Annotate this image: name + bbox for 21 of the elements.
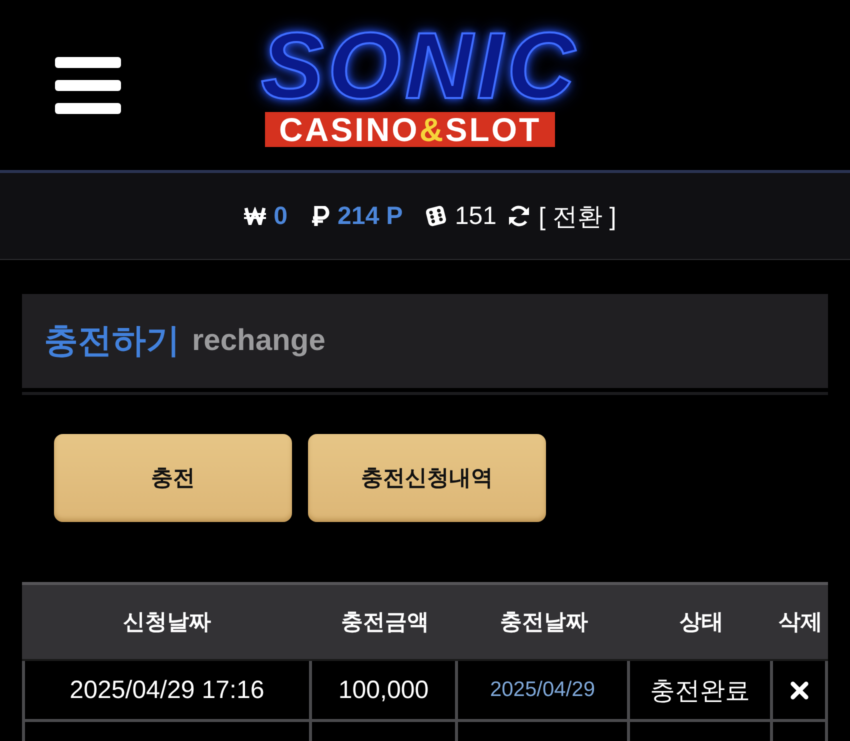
refresh-icon[interactable] — [506, 204, 531, 228]
menu-icon[interactable] — [55, 56, 121, 114]
section-title: 충전하기 — [44, 321, 180, 362]
dice-icon — [424, 205, 447, 227]
column-header: 삭제 — [773, 585, 828, 661]
won-icon — [244, 207, 266, 225]
logo-title: SONIC — [261, 26, 580, 106]
column-header: 충전날짜 — [458, 585, 630, 661]
column-header: 상태 — [630, 585, 773, 661]
column-header: 충전금액 — [312, 585, 458, 661]
close-icon[interactable] — [790, 680, 808, 700]
nav-button[interactable]: 충전신청내역 — [308, 434, 546, 522]
dice-count: 151 — [454, 202, 497, 230]
section-subtitle: rechange — [192, 324, 326, 358]
switch-link[interactable]: [ 전환 ] — [538, 200, 616, 232]
column-header: 신청날짜 — [22, 585, 312, 661]
nav-button[interactable]: 충전 — [54, 434, 292, 522]
logo-subtitle: CASINO&SLOT — [265, 112, 556, 146]
point-amount: 214 P — [338, 202, 403, 230]
ruble-icon — [310, 206, 330, 226]
balance-amount: 0 — [274, 202, 288, 230]
